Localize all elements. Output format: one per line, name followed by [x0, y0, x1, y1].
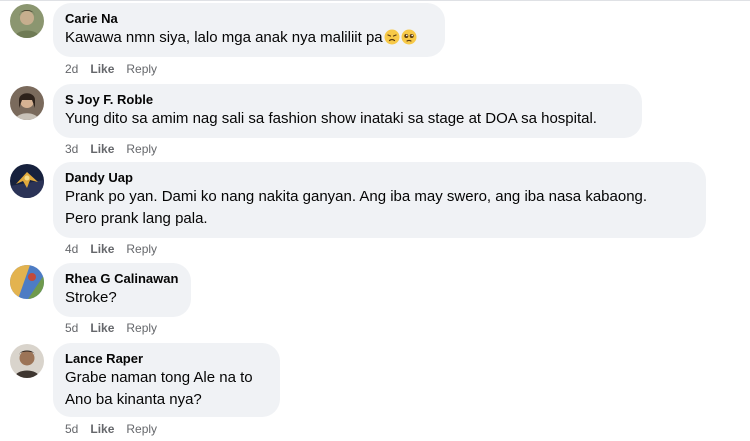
- comment-timestamp[interactable]: 3d: [65, 142, 78, 156]
- comment-text: Kawawa nmn siya, lalo mga anak nya malil…: [65, 27, 433, 52]
- comment-timestamp[interactable]: 5d: [65, 422, 78, 436]
- reply-button[interactable]: Reply: [126, 62, 157, 76]
- like-button[interactable]: Like: [90, 62, 114, 76]
- like-button[interactable]: Like: [90, 422, 114, 436]
- reply-button[interactable]: Reply: [126, 321, 157, 335]
- avatar[interactable]: [10, 164, 44, 198]
- like-button[interactable]: Like: [90, 142, 114, 156]
- pleading-face-icon: [401, 29, 417, 52]
- reply-button[interactable]: Reply: [126, 242, 157, 256]
- comment-timestamp[interactable]: 2d: [65, 62, 78, 76]
- avatar[interactable]: [10, 4, 44, 38]
- comment-actions: 3d Like Reply: [65, 141, 169, 157]
- comment-text-line: Ano ba kinanta nya?: [65, 391, 202, 408]
- comment-bubble: Carie Na Kawawa nmn siya, lalo mga anak …: [53, 3, 445, 57]
- avatar[interactable]: [10, 86, 44, 120]
- comment-bubble: Rhea G Calinawan Stroke?: [53, 263, 191, 317]
- sad-face-icon: [384, 29, 400, 52]
- comment-author[interactable]: Carie Na: [65, 10, 433, 27]
- comment-actions: 2d Like Reply: [65, 61, 169, 77]
- comment-author[interactable]: Rhea G Calinawan: [65, 270, 179, 287]
- comment-actions: 4d Like Reply: [65, 241, 169, 257]
- reply-button[interactable]: Reply: [126, 422, 157, 436]
- like-button[interactable]: Like: [90, 242, 114, 256]
- avatar[interactable]: [10, 344, 44, 378]
- avatar[interactable]: [10, 265, 44, 299]
- comment-timestamp[interactable]: 4d: [65, 242, 78, 256]
- comment-text-line: Prank po yan. Dami ko nang nakita ganyan…: [65, 188, 648, 205]
- comment-text: Stroke?: [65, 289, 117, 306]
- comment-text-line: Pero prank lang pala.: [65, 210, 208, 227]
- comment-bubble: S Joy F. Roble Yung dito sa amim nag sal…: [53, 84, 642, 138]
- comment-author[interactable]: Dandy Uap: [65, 169, 694, 186]
- comment-text-line: Grabe naman tong Ale na to: [65, 369, 253, 386]
- reply-button[interactable]: Reply: [126, 142, 157, 156]
- comment-actions: 5d Like Reply: [65, 421, 169, 437]
- comment-actions: 5d Like Reply: [65, 320, 169, 336]
- comment-text-line: Kawawa nmn siya, lalo mga anak nya malil…: [65, 29, 383, 46]
- like-button[interactable]: Like: [90, 321, 114, 335]
- comment-bubble: Lance Raper Grabe naman tong Ale na to A…: [53, 343, 280, 417]
- comment-bubble: Dandy Uap Prank po yan. Dami ko nang nak…: [53, 162, 706, 238]
- comment-text: Yung dito sa amim nag sali sa fashion sh…: [65, 110, 597, 127]
- comment-author[interactable]: S Joy F. Roble: [65, 91, 630, 108]
- comment-author[interactable]: Lance Raper: [65, 350, 268, 367]
- comment-timestamp[interactable]: 5d: [65, 321, 78, 335]
- top-divider: [0, 0, 750, 1]
